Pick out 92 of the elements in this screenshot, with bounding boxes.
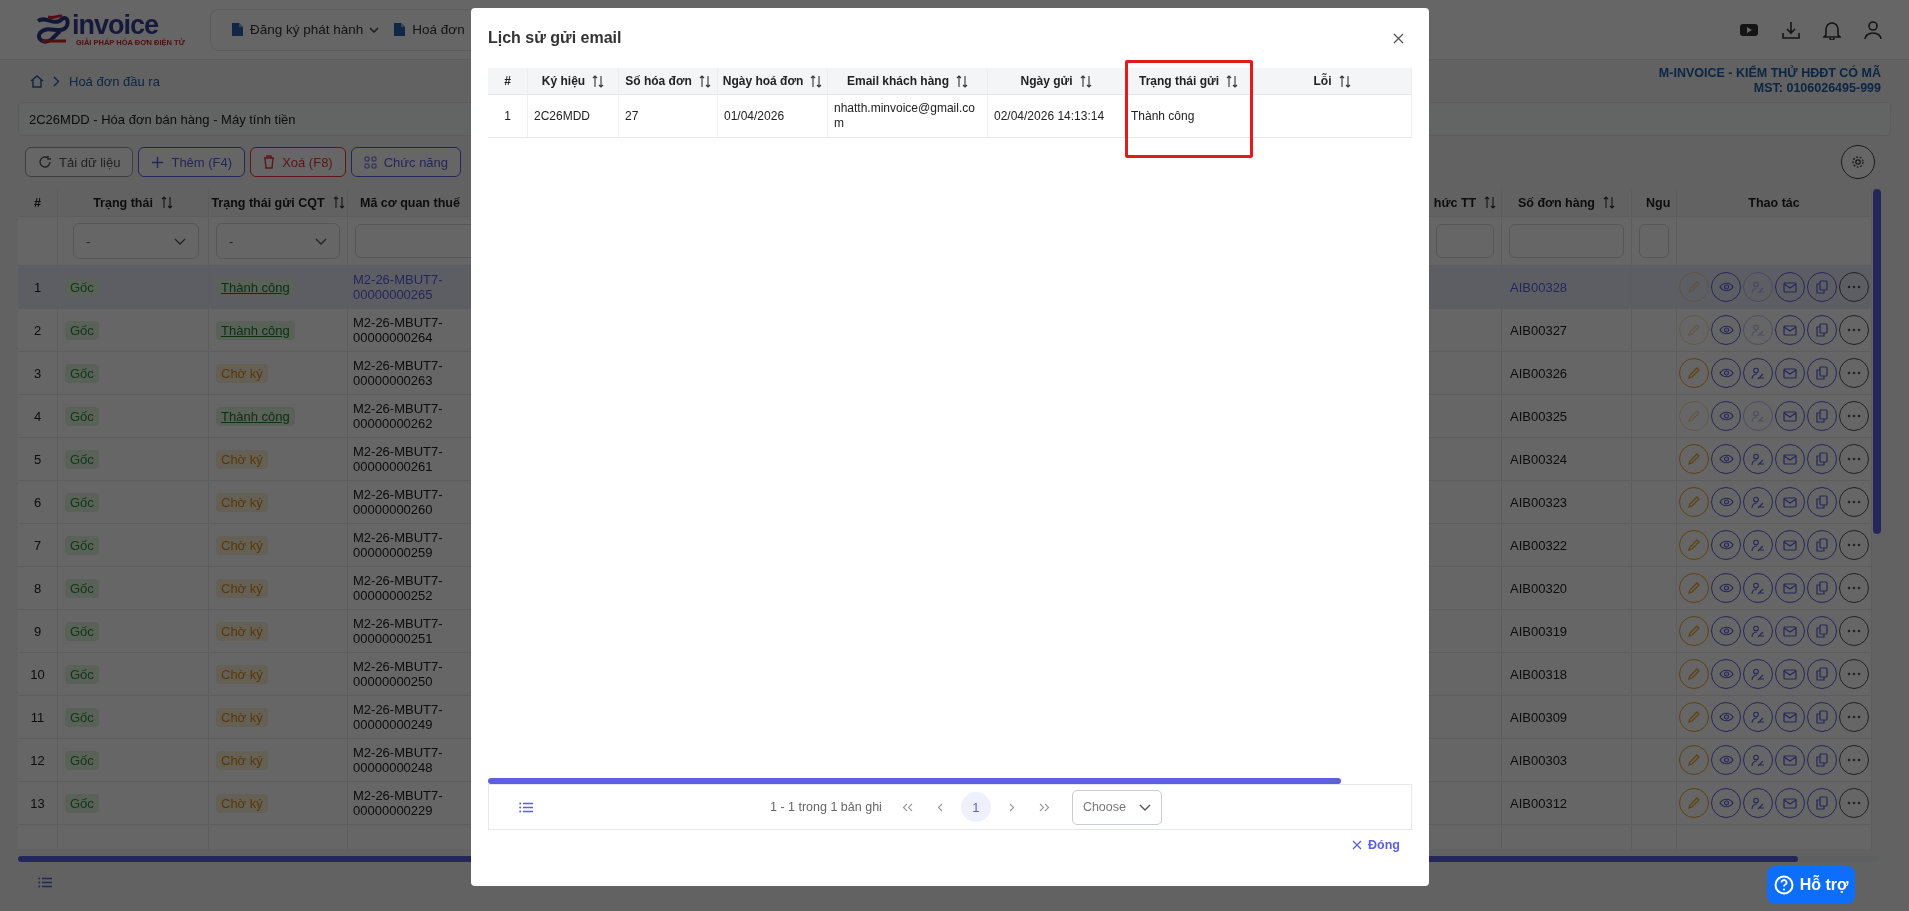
tax-status-tag: Chờ ký xyxy=(216,363,268,383)
table-cell: 27 xyxy=(619,95,718,138)
status-tag: Gốc xyxy=(65,535,99,555)
row-number: 8 xyxy=(33,580,42,596)
status-tag: Gốc xyxy=(65,793,99,813)
order-number: AIB00327 xyxy=(1510,322,1568,338)
table-cell: 1 xyxy=(488,95,528,138)
column-header: Trạng thái xyxy=(93,195,153,210)
row-number: 3 xyxy=(33,365,42,381)
row-number: 5 xyxy=(33,451,42,467)
tax-code: M2-26-MBUT7-00000000262 xyxy=(353,401,444,431)
status-tag: Gốc xyxy=(65,621,99,641)
row-number: 7 xyxy=(33,537,42,553)
column-header: Thao tác xyxy=(1748,195,1800,210)
status-tag: Gốc xyxy=(65,750,99,770)
column-header: Ngày hoá đơn xyxy=(722,74,804,88)
tax-code: M2-26-MBUT7-00000000252 xyxy=(353,573,444,603)
column-header: Mã cơ quan thuế xyxy=(360,195,460,210)
status-tag: Gốc xyxy=(65,578,99,598)
column-header: Trạng thái gửi xyxy=(1139,74,1219,88)
status-tag: Gốc xyxy=(65,449,99,469)
tax-code: M2-26-MBUT7-00000000265 xyxy=(353,272,444,302)
row-number: 4 xyxy=(33,408,42,424)
table-cell: 01/04/2026 xyxy=(718,95,828,138)
order-number: AIB00318 xyxy=(1510,666,1568,682)
table-cell: 02/04/2026 14:13:14 xyxy=(988,95,1125,138)
order-number: AIB00322 xyxy=(1510,537,1568,553)
order-number: AIB00312 xyxy=(1510,795,1568,811)
tax-status-tag: Chờ ký xyxy=(216,707,268,727)
status-tag: Gốc xyxy=(65,664,99,684)
tax-code: M2-26-MBUT7-00000000264 xyxy=(353,315,444,345)
status-tag: Gốc xyxy=(65,363,99,383)
column-header: Ngu xyxy=(1646,195,1671,210)
tax-status-tag: Chờ ký xyxy=(216,492,268,512)
status-tag: Gốc xyxy=(65,277,99,297)
order-number: AIB00328 xyxy=(1510,279,1568,295)
row-number: 1 xyxy=(33,279,42,295)
status-tag: Gốc xyxy=(65,492,99,512)
table-cell: nhatth.minvoice@gmail.com xyxy=(828,95,988,138)
tax-code: M2-26-MBUT7-00000000251 xyxy=(353,616,444,646)
order-number: AIB00309 xyxy=(1510,709,1568,725)
row-number: 9 xyxy=(33,623,42,639)
tax-status-tag: Chờ ký xyxy=(216,535,268,555)
tax-code: M2-26-MBUT7-00000000249 xyxy=(353,702,444,732)
row-number: 13 xyxy=(30,795,45,811)
column-header: Lỗi xyxy=(1313,74,1332,88)
column-header: hức TT xyxy=(1433,195,1477,210)
logo-name: invoice xyxy=(72,12,159,40)
column-header: Email khách hàng xyxy=(847,74,949,88)
dialog-title: Lịch sử gửi email xyxy=(488,29,622,47)
column-header: Số hóa đơn xyxy=(625,74,692,88)
tax-status-tag: Chờ ký xyxy=(216,578,268,598)
column-header: # xyxy=(504,74,511,88)
tax-status-tag: Thành công xyxy=(216,277,295,297)
row-number: 10 xyxy=(30,666,45,682)
order-number: AIB00319 xyxy=(1510,623,1568,639)
tax-status-tag: Chờ ký xyxy=(216,449,268,469)
column-header: Ngày gửi xyxy=(1020,74,1073,88)
status-tag: Gốc xyxy=(65,707,99,727)
tax-status-tag: Chờ ký xyxy=(216,621,268,641)
order-number: AIB00320 xyxy=(1510,580,1568,596)
tax-code: M2-26-MBUT7-00000000261 xyxy=(353,444,444,474)
tax-code: M2-26-MBUT7-00000000229 xyxy=(353,788,444,818)
column-header: Số đơn hàng xyxy=(1518,195,1595,210)
column-header: Ký hiệu xyxy=(541,74,586,88)
order-number: AIB00323 xyxy=(1510,494,1568,510)
status-tag: Gốc xyxy=(65,406,99,426)
tax-code: M2-26-MBUT7-00000000263 xyxy=(353,358,444,388)
tax-status-tag: Thành công xyxy=(216,320,295,340)
order-number: AIB00324 xyxy=(1510,451,1568,467)
order-number: AIB00303 xyxy=(1510,752,1568,768)
order-number: AIB00325 xyxy=(1510,408,1568,424)
column-header: # xyxy=(34,195,41,210)
tax-code: M2-26-MBUT7-00000000260 xyxy=(353,487,444,517)
tax-code: M2-26-MBUT7-00000000250 xyxy=(353,659,444,689)
tax-id: MST: 0106026495-999 xyxy=(1753,81,1881,96)
company-name: M-INVOICE - KIỂM THỬ HĐĐT CÓ MÃ xyxy=(1658,66,1881,81)
tax-code: M2-26-MBUT7-00000000259 xyxy=(353,530,444,560)
tax-code: M2-26-MBUT7-00000000248 xyxy=(353,745,444,775)
tax-status-tag: Chờ ký xyxy=(216,750,268,770)
column-header: Trạng thái gửi CQT xyxy=(211,195,325,210)
tax-status-tag: Chờ ký xyxy=(216,664,268,684)
table-cell: 2C26MDD xyxy=(528,95,619,138)
record-summary: 1 - 1 trong 1 bản ghi xyxy=(770,800,882,814)
order-number: AIB00326 xyxy=(1510,365,1568,381)
row-number: 12 xyxy=(30,752,45,768)
row-number: 2 xyxy=(33,322,42,338)
status-tag: Gốc xyxy=(65,320,99,340)
row-number: 11 xyxy=(30,709,45,725)
tax-status-tag: Thành công xyxy=(216,406,295,426)
tax-status-tag: Chờ ký xyxy=(216,793,268,813)
row-number: 6 xyxy=(33,494,42,510)
